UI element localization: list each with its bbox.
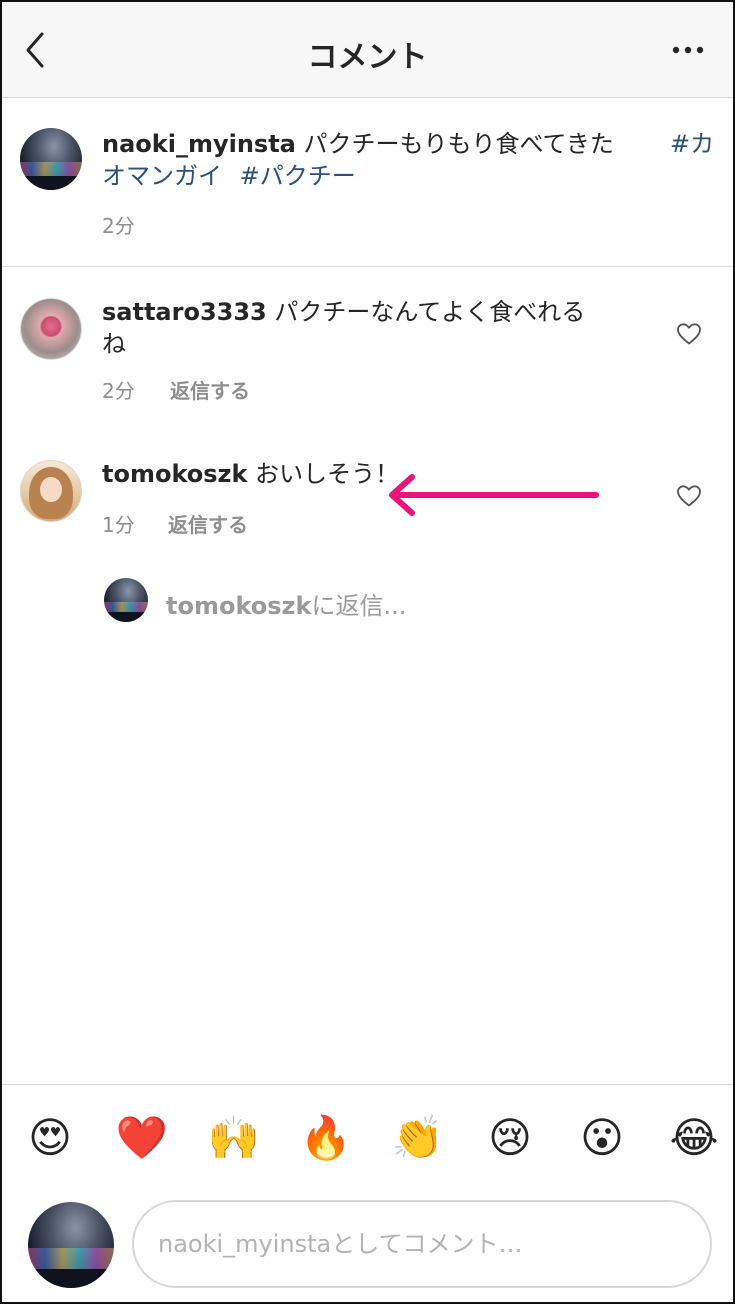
comment-timestamp: 1分: [102, 513, 135, 537]
comment-body: おいしそう！: [255, 460, 400, 488]
post-caption-text: パクチーもりもり食べてきた: [303, 130, 614, 158]
reply-to-suffix: に返信...: [311, 592, 407, 620]
fire-emoji-icon[interactable]: 🔥: [298, 1110, 354, 1166]
hashtag-link-part1[interactable]: #カ: [670, 128, 714, 160]
red-heart-emoji-icon[interactable]: ❤️: [114, 1110, 170, 1166]
current-user-avatar: [28, 1202, 114, 1288]
nav-header: コメント: [2, 2, 733, 98]
comment-username[interactable]: tomokoszk: [102, 460, 247, 488]
heart-eyes-emoji-icon[interactable]: 😍: [22, 1110, 78, 1166]
tears-of-joy-emoji-icon[interactable]: 😂: [666, 1110, 722, 1166]
post-caption-line2: オマンガイ #パクチー: [102, 160, 662, 192]
crying-face-emoji-icon[interactable]: 😢: [482, 1110, 538, 1166]
comment-input[interactable]: [132, 1200, 712, 1288]
raising-hands-emoji-icon[interactable]: 🙌: [206, 1110, 262, 1166]
emoji-bar-divider: [2, 1084, 733, 1085]
screen: コメント naoki_myinsta パクチーもりもり食べてきた #カ オマンガ…: [0, 0, 735, 1304]
commenter-avatar[interactable]: [20, 460, 82, 522]
commenter-avatar[interactable]: [20, 298, 82, 360]
reply-to-username: tomokoszk: [166, 592, 312, 620]
page-title: コメント: [307, 40, 428, 75]
post-author-avatar[interactable]: [20, 128, 82, 190]
hashtag-link-part2[interactable]: オマンガイ: [102, 162, 222, 190]
emoji-quick-bar: 😍 ❤️ 🙌 🔥 👏 😢 😮 😂: [22, 1110, 722, 1166]
post-caption: naoki_myinsta パクチーもりもり食べてきた: [102, 128, 662, 160]
comment-body: パクチーなんてよく食べれる: [274, 298, 586, 326]
comment-body-line2: ね: [102, 330, 126, 358]
caption-divider: [2, 266, 733, 267]
reply-avatar: [104, 578, 148, 622]
more-options-icon[interactable]: [671, 40, 705, 60]
like-heart-icon[interactable]: [676, 484, 702, 508]
reply-button[interactable]: 返信する: [168, 509, 248, 538]
reply-button[interactable]: 返信する: [170, 375, 250, 404]
post-timestamp: 2分: [102, 214, 135, 238]
hashtag-link-pakuchi[interactable]: #パクチー: [240, 162, 356, 190]
clapping-hands-emoji-icon[interactable]: 👏: [390, 1110, 446, 1166]
like-heart-icon[interactable]: [676, 322, 702, 346]
surprised-face-emoji-icon[interactable]: 😮: [574, 1110, 630, 1166]
comment-timestamp: 2分: [102, 379, 135, 403]
post-author-username[interactable]: naoki_myinsta: [102, 130, 296, 158]
comment-username[interactable]: sattaro3333: [102, 298, 267, 326]
comment-text: sattaro3333 パクチーなんてよく食べれる: [102, 296, 642, 328]
reply-to-prompt[interactable]: tomokoszkに返信...: [166, 586, 406, 621]
annotation-arrow: [382, 470, 604, 520]
